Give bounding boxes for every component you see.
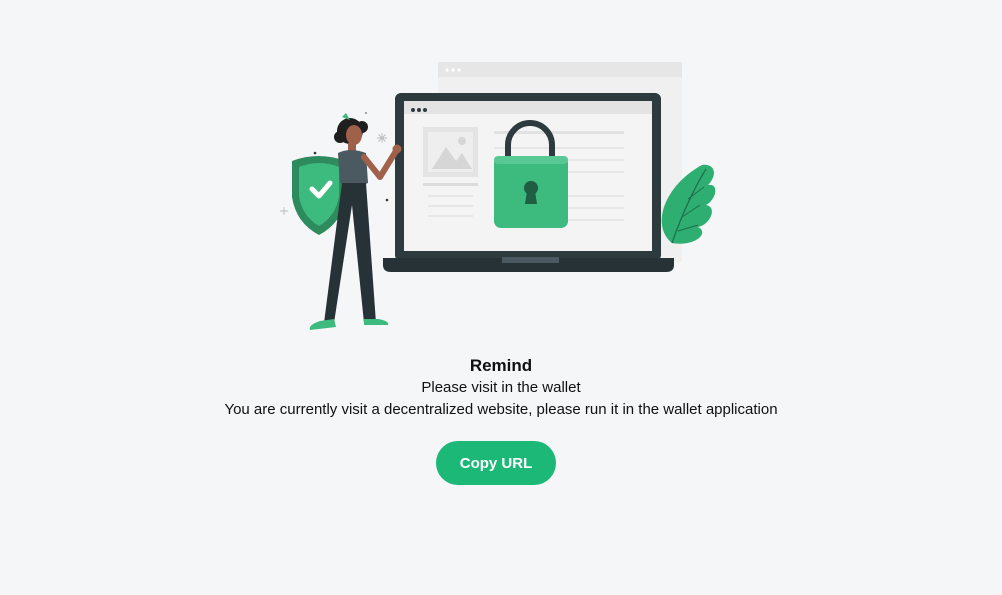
security-lock-illustration bbox=[280, 62, 716, 330]
remind-message: You are currently visit a decentralized … bbox=[224, 401, 778, 418]
page: Remind Please visit in the wallet You ar… bbox=[0, 0, 1002, 595]
copy-url-button[interactable]: Copy URL bbox=[436, 441, 556, 485]
remind-title: Remind bbox=[469, 356, 533, 375]
remind-text-block: Remind Please visit in the wallet You ar… bbox=[0, 355, 1002, 421]
remind-subtitle: Please visit in the wallet bbox=[421, 379, 581, 396]
